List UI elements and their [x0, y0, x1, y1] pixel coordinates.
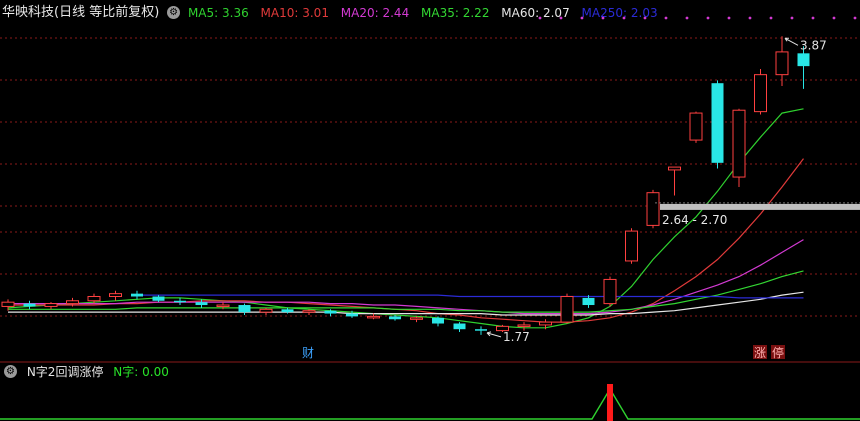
- signal-line: [0, 387, 860, 420]
- candle-body-down: [238, 305, 251, 313]
- candlestick-chart[interactable]: 3.87 1.77 2.64 - 2.70 财 涨 停: [0, 0, 860, 421]
- candle-body-down: [152, 296, 165, 301]
- support-band-bar: [660, 203, 860, 210]
- top-dot: [832, 16, 836, 20]
- top-dot: [769, 16, 773, 20]
- candle-body-up: [302, 310, 316, 313]
- candle-body-up: [775, 51, 789, 76]
- candle-body-up: [66, 300, 79, 305]
- candle-body-down: [195, 302, 208, 306]
- candle-body-up: [216, 304, 230, 308]
- candle-body-down: [475, 329, 487, 331]
- top-dot: [853, 16, 857, 20]
- low-arrow: [486, 331, 502, 338]
- range-label: 2.64 - 2.70: [662, 213, 727, 227]
- candle-body-up: [259, 308, 273, 313]
- candle-body-up: [44, 303, 58, 307]
- top-dot: [559, 16, 563, 20]
- ma-line-ma20: [8, 239, 804, 315]
- candle-body-up: [517, 324, 531, 327]
- top-dot: [601, 16, 605, 20]
- indicator-panel: [0, 384, 860, 421]
- candle-body-down: [174, 300, 186, 303]
- candle-body-up: [668, 166, 681, 171]
- event-marker-cai[interactable]: 财: [302, 346, 314, 360]
- candle-body-up: [646, 192, 660, 226]
- candle-body-up: [1, 301, 15, 307]
- top-dot: [538, 16, 542, 20]
- signal-bar: [607, 384, 613, 421]
- event-marker-ting[interactable]: 停: [772, 345, 784, 360]
- candle-body-up: [539, 321, 552, 326]
- top-dot: [643, 16, 647, 20]
- top-dot: [685, 16, 689, 20]
- candle-body-down: [346, 313, 358, 317]
- candle-body-up: [732, 109, 746, 178]
- top-dot: [580, 16, 584, 20]
- candle-body-down: [797, 53, 810, 67]
- event-marker-zhang[interactable]: 涨: [754, 345, 766, 360]
- top-dots: [538, 16, 857, 20]
- support-band: [655, 202, 860, 210]
- top-dot: [811, 16, 815, 20]
- candle-body-up: [109, 293, 122, 297]
- top-dot: [790, 16, 794, 20]
- top-dot: [664, 16, 668, 20]
- candle-body-down: [23, 303, 36, 307]
- candle-body-up: [410, 317, 423, 320]
- candle-body-up: [560, 295, 574, 323]
- top-dot: [727, 16, 731, 20]
- candle-body-up: [754, 74, 767, 113]
- candle-body-down: [453, 323, 466, 330]
- candle-body-up: [603, 278, 617, 305]
- top-dot: [706, 16, 710, 20]
- low-price-label: 1.77: [503, 330, 530, 344]
- candles: [1, 36, 810, 335]
- ma-line-ma10: [8, 158, 804, 323]
- candle-body-up: [625, 230, 638, 262]
- high-price-label: 3.87: [800, 38, 827, 52]
- candle-body-down: [582, 297, 595, 306]
- candle-body-up: [367, 315, 380, 319]
- candle-body-down: [432, 317, 444, 324]
- candle-body-down: [324, 310, 337, 314]
- high-arrow: [784, 37, 799, 46]
- candle-body-down: [389, 316, 401, 320]
- top-dot: [748, 16, 752, 20]
- top-dot: [622, 16, 626, 20]
- candle-body-up: [87, 295, 101, 302]
- candle-body-up: [689, 112, 703, 141]
- candle-body-down: [711, 83, 724, 163]
- candle-body-down: [131, 293, 143, 297]
- candle-body-down: [281, 309, 294, 313]
